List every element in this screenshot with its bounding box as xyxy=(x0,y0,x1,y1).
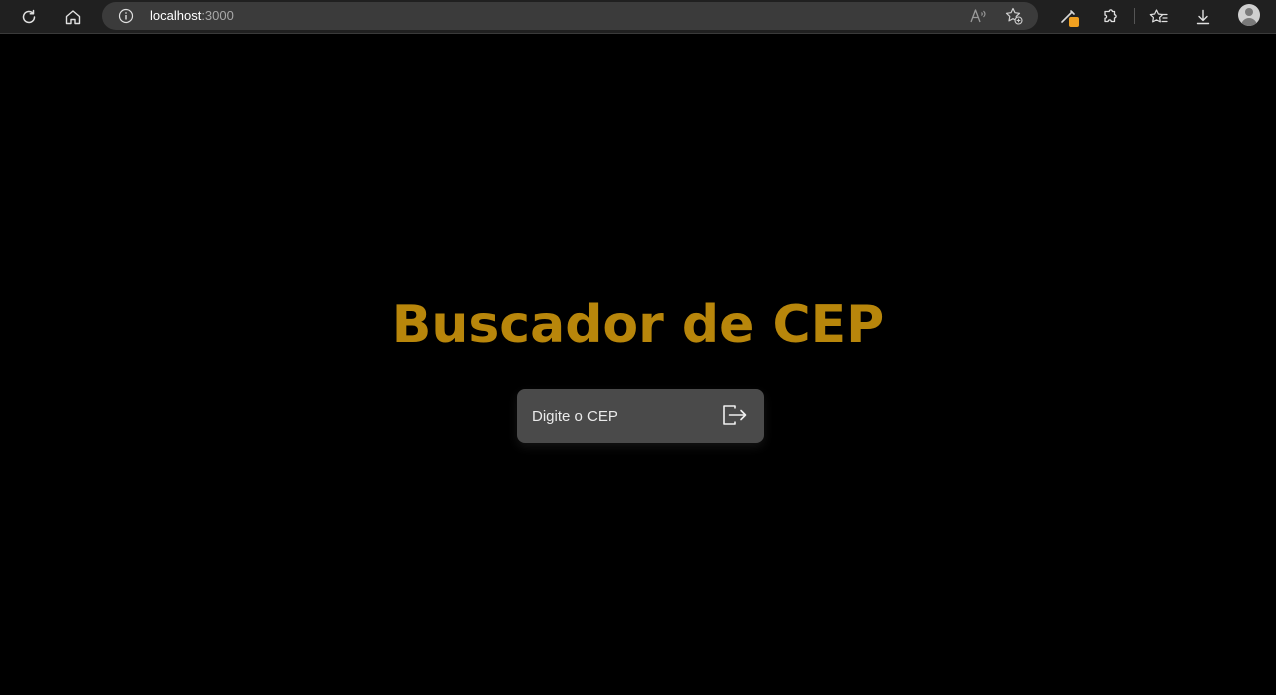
profile-body-shape xyxy=(1241,18,1257,26)
page-title: Buscador de CEP xyxy=(391,295,885,355)
profile-icon[interactable] xyxy=(1238,4,1260,26)
extensions-icon[interactable] xyxy=(1096,3,1124,31)
url-port: :3000 xyxy=(201,8,234,23)
address-bar[interactable]: localhost:3000 xyxy=(102,2,1038,30)
url-host: localhost xyxy=(150,8,202,23)
home-icon[interactable] xyxy=(59,3,87,31)
profile-head-shape xyxy=(1245,8,1253,16)
refresh-icon[interactable] xyxy=(15,3,43,31)
submit-button[interactable] xyxy=(721,403,749,429)
favorites-icon[interactable] xyxy=(1145,3,1173,31)
downloads-icon[interactable] xyxy=(1189,3,1217,31)
read-aloud-icon[interactable] xyxy=(968,6,988,26)
browser-toolbar: localhost:3000 xyxy=(0,0,1276,34)
add-favorite-icon[interactable] xyxy=(1004,6,1024,26)
url-text: localhost:3000 xyxy=(150,8,234,24)
cep-input[interactable] xyxy=(517,389,713,443)
toolbar-divider xyxy=(1134,8,1135,24)
cep-search-box xyxy=(517,389,764,443)
info-icon[interactable] xyxy=(118,8,134,29)
sign-in-arrow-icon xyxy=(722,404,748,429)
extension-badge xyxy=(1069,17,1079,27)
